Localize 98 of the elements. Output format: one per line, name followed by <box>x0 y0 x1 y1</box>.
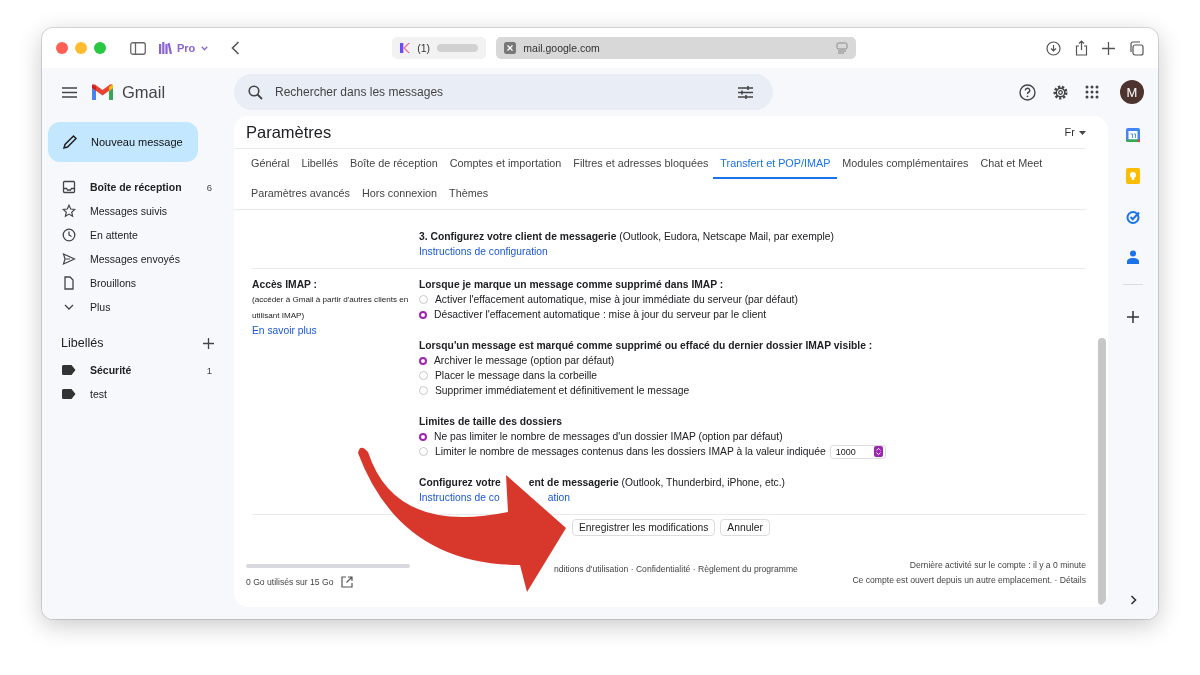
radio-button[interactable] <box>419 310 427 319</box>
settings-title: Paramètres <box>246 122 332 142</box>
option-label: Désactiver l'effacement automatique : mise à jour du serveur par le client <box>434 309 766 320</box>
star-icon <box>62 204 76 218</box>
settings-tab[interactable]: Boîte de réception <box>343 149 445 179</box>
client-setup-heading: Configurez votre <box>419 477 501 488</box>
help-icon[interactable] <box>1019 83 1036 101</box>
last-activity-text: Dernière activité sur le compte : il y a 0 minute <box>909 560 1086 570</box>
radio-button[interactable] <box>419 356 427 365</box>
chevron-down-icon <box>201 45 209 51</box>
settings-tab[interactable]: Général <box>244 149 297 179</box>
settings-tab[interactable]: Comptes et importation <box>442 149 569 179</box>
settings-tab[interactable]: Paramètres avancés <box>244 179 358 209</box>
storage-usage-text: 0 Go utilisés sur 15 Go <box>246 577 334 587</box>
imap-access-note: (accéder à Gmail à partir d'autres clients en utilisant IMAP) <box>252 294 410 322</box>
inbox-icon <box>62 180 76 194</box>
contacts-icon[interactable] <box>1127 250 1139 264</box>
dropdown-icon <box>1079 131 1086 136</box>
search-icon <box>248 84 263 100</box>
option-group-title: Lorsqu'un message est marqué comme supprimé ou effacé du dernier dossier IMAP visible : <box>419 339 874 353</box>
option-label: Supprimer immédiatement et définitivement le message <box>435 385 690 396</box>
setup-instructions-link[interactable]: Instructions de configuration <box>419 244 548 259</box>
external-link-icon[interactable] <box>341 576 354 588</box>
download-icon[interactable] <box>1046 40 1061 56</box>
setup-instructions-link[interactable]: ation <box>547 490 571 505</box>
app-name: Gmail <box>122 82 166 102</box>
setup-step-text: 3. Configurez votre client de messagerie (Outlook, Eudora, Netscape Mail, par exemple) <box>419 230 835 244</box>
save-button[interactable]: Enregistrer les modifications <box>572 519 716 536</box>
settings-tab[interactable]: Hors connexion <box>355 179 445 209</box>
option-group-title: Lorsque je marque un message comme supprimé dans IMAP : <box>419 278 725 292</box>
clock-icon <box>62 228 76 242</box>
settings-tab[interactable]: Filtres et adresses bloquées <box>566 149 716 179</box>
expand-panel-icon[interactable] <box>1129 595 1137 605</box>
option-label: Ne pas limiter le nombre de messages d'un dossier IMAP (option par défaut) <box>434 431 783 442</box>
close-window-button[interactable] <box>56 42 68 54</box>
labels-heading: Libellés <box>61 336 104 350</box>
reader-icon <box>836 42 849 54</box>
sidebar-item[interactable]: En attente <box>42 223 234 247</box>
scrollbar-thumb[interactable] <box>1098 338 1106 605</box>
sidebar-item[interactable]: Brouillons <box>42 271 234 295</box>
label-item[interactable]: test <box>42 382 234 406</box>
share-icon[interactable] <box>1075 40 1088 56</box>
settings-tab[interactable]: Chat et Meet <box>973 149 1050 179</box>
pencil-icon <box>62 134 78 150</box>
session-note: Ce compte est ouvert depuis un autre emplacement. · <box>852 575 1058 585</box>
back-icon[interactable] <box>231 41 241 55</box>
add-label-icon[interactable] <box>203 337 214 349</box>
details-link[interactable]: Détails <box>1059 575 1086 585</box>
compose-button[interactable]: Nouveau message <box>48 122 198 162</box>
label-tag-icon <box>62 389 76 399</box>
sidebar-item[interactable]: Plus <box>42 295 234 319</box>
browser-tab[interactable]: (1) <box>392 37 487 59</box>
document-icon <box>62 276 76 290</box>
new-tab-icon[interactable] <box>1102 41 1115 55</box>
learn-more-link[interactable]: En savoir plus <box>252 323 317 338</box>
gmail-logo-icon <box>91 83 114 101</box>
option-label: Archiver le message (option par défaut) <box>434 355 615 366</box>
cancel-button[interactable]: Annuler <box>720 519 770 536</box>
search-bar[interactable]: Rechercher dans les messages <box>234 74 773 110</box>
settings-tab[interactable]: Transfert et POP/IMAP <box>713 149 838 179</box>
filter-options-icon[interactable] <box>738 85 753 99</box>
option-label: Activer l'effacement automatique, mise à jour immédiate du serveur (par défaut) <box>435 294 798 305</box>
radio-button[interactable] <box>419 432 427 441</box>
terms-links[interactable]: nditions d'utilisation · Confidentialité · Règlement du programme <box>554 564 798 574</box>
k-logo-icon <box>400 42 411 54</box>
settings-tab[interactable]: Thèmes <box>442 179 496 209</box>
search-field[interactable]: Rechercher dans les messages <box>273 84 728 100</box>
setup-instructions-link[interactable]: Instructions de co <box>419 490 500 505</box>
sidebar-item[interactable]: Messages suivis <box>42 199 234 223</box>
books-icon <box>159 42 173 54</box>
tab-overview-icon[interactable] <box>1129 40 1144 56</box>
sidebar-item[interactable]: Messages envoyés <box>42 247 234 271</box>
option-label: Limiter le nombre de messages contenus dans les dossiers IMAP à la valeur indiquée <box>435 446 826 457</box>
client-setup-heading: ent de messagerie <box>528 477 619 488</box>
sidebar-icon[interactable] <box>130 41 146 55</box>
calendar-icon[interactable] <box>1126 128 1140 142</box>
send-icon <box>62 252 76 266</box>
sidebar-item[interactable]: Boîte de réception 6 <box>42 175 234 199</box>
input-tools-button[interactable]: Fr <box>1064 126 1086 138</box>
number-field[interactable]: 1000 <box>829 444 886 459</box>
settings-icon[interactable] <box>1052 83 1069 101</box>
tasks-icon[interactable] <box>1126 210 1140 224</box>
client-setup-examples: (Outlook, Thunderbird, iPhone, etc.) <box>621 477 786 488</box>
add-addon-icon[interactable] <box>1127 311 1139 323</box>
profile-button[interactable]: Pro <box>159 42 209 54</box>
stepper-icon <box>873 446 883 457</box>
close-tab-icon <box>504 42 517 54</box>
option-group-title: Limites de taille des dossiers <box>419 415 564 429</box>
menu-icon[interactable] <box>62 86 77 98</box>
account-avatar[interactable]: M <box>1120 80 1144 104</box>
settings-tab[interactable]: Modules complémentaires <box>835 149 976 179</box>
apps-grid-icon[interactable] <box>1085 85 1099 99</box>
label-item[interactable]: Sécurité 1 <box>42 358 234 382</box>
option-label: Placer le message dans la corbeille <box>435 370 597 381</box>
label-tag-icon <box>62 365 76 375</box>
imap-access-label: Accès IMAP : <box>252 278 319 292</box>
settings-tab[interactable]: Libellés <box>294 149 346 179</box>
browser-tab[interactable]: mail.google.com <box>496 37 857 59</box>
